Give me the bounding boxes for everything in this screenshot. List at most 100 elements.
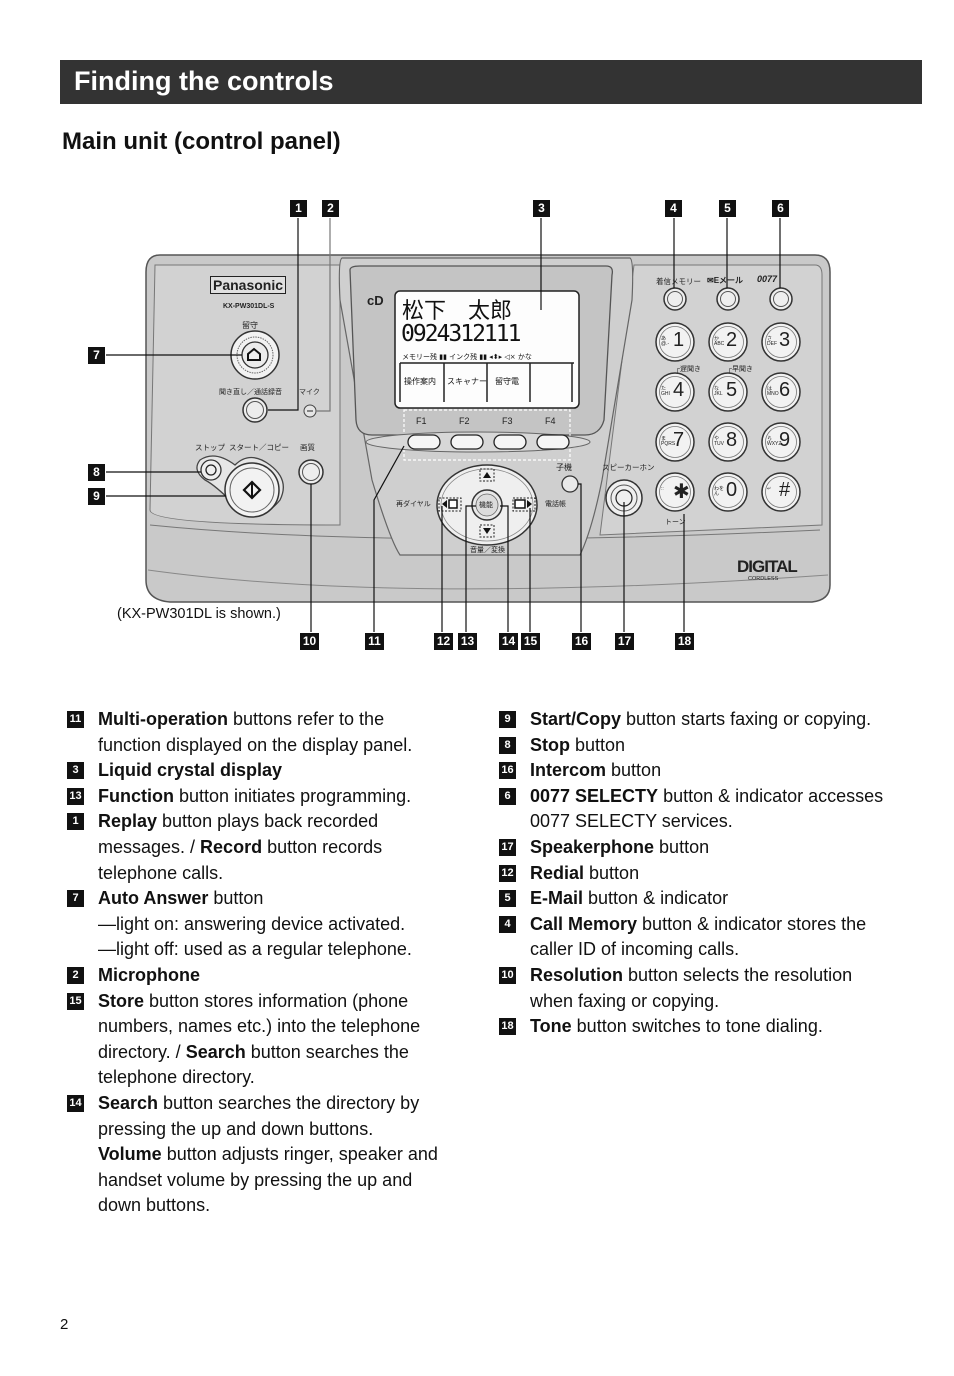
description-item: 1 Replay button plays back recorded messa… — [62, 809, 452, 886]
control-name: E-Mail — [530, 888, 584, 909]
description-item: 4 Call Memory button & indicator stores t… — [494, 912, 894, 963]
control-name: Replay — [98, 811, 158, 832]
control-name: Multi-operation — [98, 709, 228, 729]
callout-12: 12 — [434, 633, 453, 650]
fast-playback-label: ┌早聞き — [727, 366, 753, 373]
intercom-label: 子機 — [556, 463, 572, 472]
page-title-bar: Finding the controls — [60, 60, 922, 104]
callout-badge: 6 — [499, 787, 516, 805]
keypad-sub-label: なJKL — [714, 386, 723, 397]
control-name: Store — [98, 990, 145, 1011]
callout-15: 15 — [521, 633, 540, 650]
control-name: 0077 SELECTY — [530, 785, 659, 806]
callout-3: 3 — [533, 200, 550, 217]
fkey-label-2: F2 — [459, 416, 470, 426]
callout-badge: 1 — [67, 813, 84, 831]
control-name: Start/Copy — [530, 709, 622, 729]
callout-badge: 4 — [499, 915, 516, 933]
control-name: Resolution — [530, 964, 623, 985]
callout-1: 1 — [290, 200, 307, 217]
callout-7: 7 — [88, 347, 105, 364]
control-panel-diagram: 1 2 3 4 5 6 7 8 9 10 11 12 13 14 15 16 1… — [0, 180, 954, 670]
control-name: Volume — [98, 1144, 162, 1165]
callout-badge: 15 — [67, 992, 84, 1010]
slow-playback-label: ┌遅聞き — [675, 366, 701, 373]
lcd-status-line: メモリー残 ▮▮ インク残 ▮▮ ◂⬍▸ ◁× かな — [402, 353, 532, 361]
f2-button — [450, 434, 484, 450]
lcd-line-2: 0924312111 — [401, 321, 521, 347]
fkey-label-3: F3 — [502, 416, 513, 426]
description-item: 14 Search button searches the directory b… — [62, 1091, 452, 1219]
keypad-key-label: 4 — [673, 379, 685, 401]
speakerphone-label: スピーカーホン — [602, 463, 655, 472]
description-item: 2 Microphone — [62, 963, 452, 989]
f1-button — [407, 434, 441, 450]
callout-2: 2 — [322, 200, 339, 217]
keypad-key-label: ✱ — [673, 481, 690, 503]
callout-5: 5 — [719, 200, 736, 217]
callout-badge: 3 — [67, 762, 84, 780]
volume-label: 音量／変換 — [470, 547, 505, 554]
callout-badge: 7 — [67, 890, 84, 908]
keypad-sub-label: :: — [661, 486, 664, 492]
control-name: Stop — [530, 734, 570, 755]
start-copy-label: スタート／コピー — [229, 443, 289, 452]
model-number: KX-PW301DL-S — [223, 303, 275, 310]
keypad-sub-label: さDEF — [767, 336, 777, 347]
callout-6: 6 — [772, 200, 789, 217]
keypad-sub-label: ↵ — [767, 486, 772, 492]
callout-10: 10 — [300, 633, 319, 650]
call-memory-label: 着信メモリー — [656, 277, 701, 286]
stop-button — [200, 459, 222, 481]
keypad-key-label: 3 — [779, 329, 791, 351]
description-item: 12 Redial button — [494, 861, 894, 887]
control-name: Microphone — [98, 964, 200, 985]
email-label: ✉Eメール — [707, 276, 744, 285]
callout-badge: 12 — [499, 864, 516, 882]
callout-badge: 17 — [499, 838, 516, 856]
callout-badge: 14 — [67, 1094, 84, 1112]
callout-badge: 10 — [499, 966, 516, 984]
control-name: Tone — [530, 1016, 572, 1037]
description-item: 16 Intercom button — [494, 758, 894, 784]
mic-label: マイク — [299, 389, 320, 396]
control-name: Record — [200, 836, 263, 857]
keypad-sub-label: はMNO — [767, 386, 779, 397]
cordless-label: CORDLESS — [748, 576, 779, 582]
page-number: 2 — [60, 1316, 69, 1333]
description-item: 11 Multi-operation buttons refer to the f… — [62, 707, 452, 758]
stop-label: ストップ — [195, 443, 225, 452]
callout-16: 16 — [572, 633, 591, 650]
control-name: Auto Answer — [98, 888, 209, 909]
callout-9: 9 — [88, 488, 105, 505]
digital-logo: DIGITAL — [737, 557, 798, 576]
description-item: 7 Auto Answer button —light on: answering … — [62, 886, 452, 963]
keypad-key-label: 2 — [726, 329, 738, 351]
description-item: 6 0077 SELECTY button & indicator accesse… — [494, 784, 894, 835]
description-item: 18 Tone button switches to tone dialing. — [494, 1014, 894, 1040]
keypad-key-label: 8 — [726, 429, 738, 451]
callout-4: 4 — [665, 200, 682, 217]
keypad-key-label: 0 — [726, 479, 738, 501]
control-panel-illustration — [106, 218, 831, 632]
keypad-sub-label: まPQRS — [661, 436, 676, 447]
keypad-sub-label: らWXYZ — [767, 436, 782, 447]
lcd-softkey-3: 留守電 — [495, 377, 519, 386]
brand-logo: Panasonic — [210, 276, 287, 294]
fkey-label-4: F4 — [545, 416, 556, 426]
tone-label: トーン — [665, 519, 686, 526]
callout-badge: 8 — [499, 736, 516, 754]
keypad-sub-label: あ@.- — [661, 336, 670, 347]
callout-13: 13 — [458, 633, 477, 650]
callout-17: 17 — [615, 633, 634, 650]
control-name: Search — [98, 1092, 159, 1113]
control-name: Intercom — [530, 760, 607, 781]
f4-button — [536, 434, 570, 450]
description-item: 15 Store button stores information (phone… — [62, 989, 452, 1091]
description-item: 17 Speakerphone button — [494, 835, 894, 861]
keypad-sub-label: わをん — [714, 486, 725, 497]
lcd-softkey-2: スキャナー — [447, 377, 487, 386]
redial-label: 再ダイヤル — [396, 501, 431, 508]
description-item: 5 E-Mail button & indicator — [494, 886, 894, 912]
callout-badge: 18 — [499, 1018, 516, 1036]
